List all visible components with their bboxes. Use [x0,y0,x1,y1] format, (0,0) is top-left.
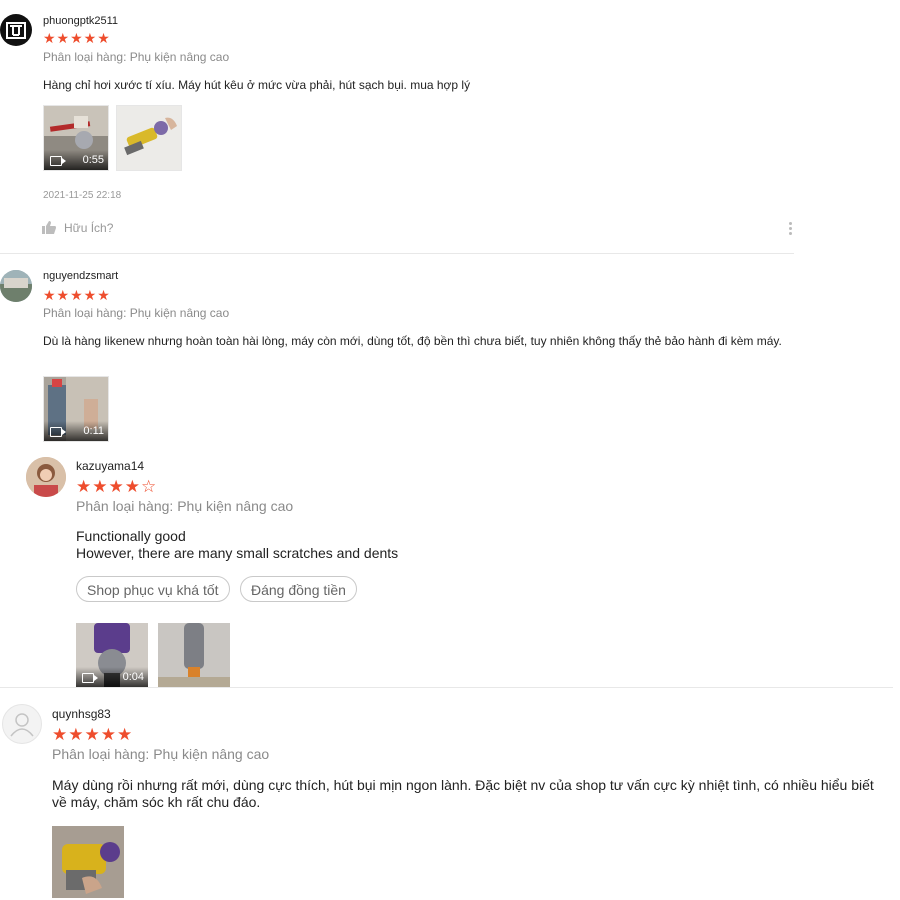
product-variant: Phân loại hàng: Phụ kiện nâng cao [52,746,270,762]
helpful-label: Hữu Ích? [64,221,114,235]
video-duration: 0:55 [82,154,104,166]
avatar[interactable] [26,457,66,497]
review-text: Hàng chỉ hơi xước tí xíu. Máy hút kêu ở … [43,78,471,92]
user-photo [26,457,66,497]
review-image-thumbnail[interactable] [52,826,124,898]
rating-stars: ★★★★★ [43,287,111,303]
user-photo [0,270,32,302]
review-text: Dù là hàng likenew nhưng hoàn toàn hài l… [43,334,782,348]
vacuum-photo [158,623,230,687]
review-divider [0,253,794,254]
vacuum-photo [52,826,124,898]
reviewer-username[interactable]: quynhsg83 [52,707,111,721]
review-image-thumbnail[interactable] [116,105,182,171]
rating-stars: ★★★★★ [52,725,134,744]
default-user-icon [10,713,34,737]
review-divider [0,687,893,688]
reviewer-username[interactable]: nguyendzsmart [43,270,118,282]
reviewer-username[interactable]: kazuyama14 [76,459,144,473]
product-variant: Phân loại hàng: Phụ kiện nâng cao [43,306,230,320]
video-duration: 0:04 [122,671,144,683]
avatar[interactable] [0,270,32,302]
review-video-thumbnail[interactable]: 0:55 [43,105,109,171]
video-duration: 0:11 [83,425,104,437]
video-camera-icon [50,156,66,166]
rating-stars: ★★★★★ [43,30,111,46]
avatar[interactable] [0,14,32,46]
reviewer-username[interactable]: phuongptk2511 [43,15,118,27]
review-text: Máy dùng rồi nhưng rất mới, dùng cực thí… [52,777,874,810]
review-text-line: Functionally good [76,528,186,544]
rating-stars: ★★★★☆ [76,477,158,496]
more-options-icon[interactable] [788,220,794,238]
review-tag: Đáng đồng tiền [240,576,357,602]
product-variant: Phân loại hàng: Phụ kiện nâng cao [76,498,294,514]
review-video-thumbnail[interactable]: 0:11 [43,376,109,442]
review-video-thumbnail[interactable]: 0:04 [76,623,148,687]
product-variant: Phân loại hàng: Phụ kiện nâng cao [43,50,230,64]
thumbs-up-icon [42,221,56,234]
review-tag: Shop phục vụ khá tốt [76,576,230,602]
review-image-thumbnail[interactable] [158,623,230,687]
avatar[interactable] [2,704,42,744]
review-timestamp: 2021-11-25 22:18 [43,190,122,201]
user-logo-icon [6,22,26,39]
review-text-line: However, there are many small scratches … [76,545,399,561]
video-camera-icon [82,673,98,683]
vacuum-photo [117,106,181,170]
video-camera-icon [50,427,66,437]
